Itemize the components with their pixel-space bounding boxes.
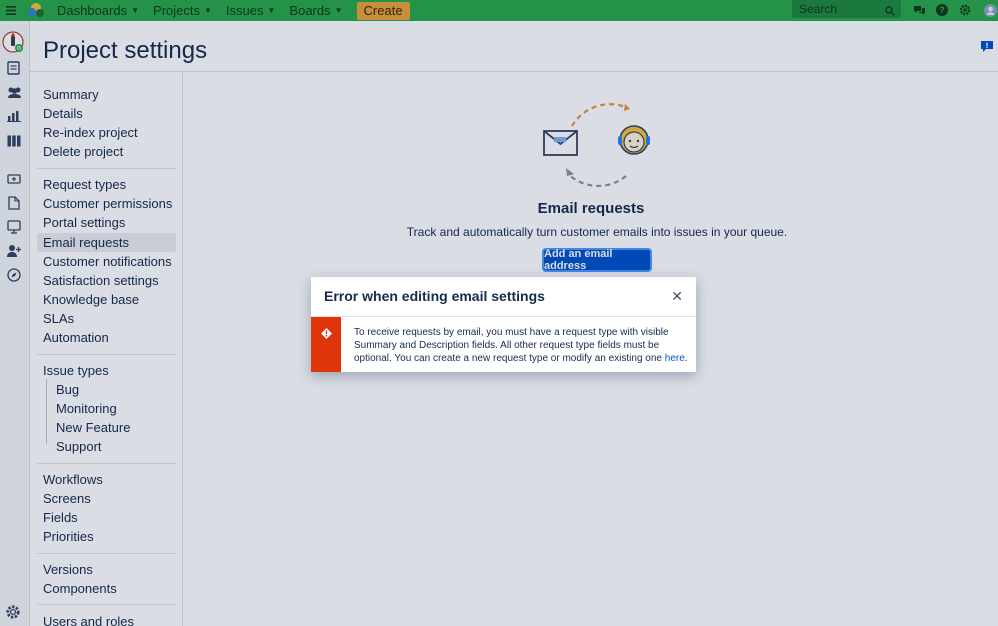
dialog-title: Error when editing email settings [324, 288, 545, 304]
error-dialog: Error when editing email settings ✕ To r… [311, 277, 696, 372]
here-link[interactable]: here [665, 353, 685, 364]
error-icon [320, 326, 332, 342]
error-indicator [311, 317, 341, 372]
dialog-divider [311, 316, 696, 317]
close-button[interactable]: ✕ [671, 288, 683, 305]
error-message: To receive requests by email, you must h… [354, 327, 688, 364]
